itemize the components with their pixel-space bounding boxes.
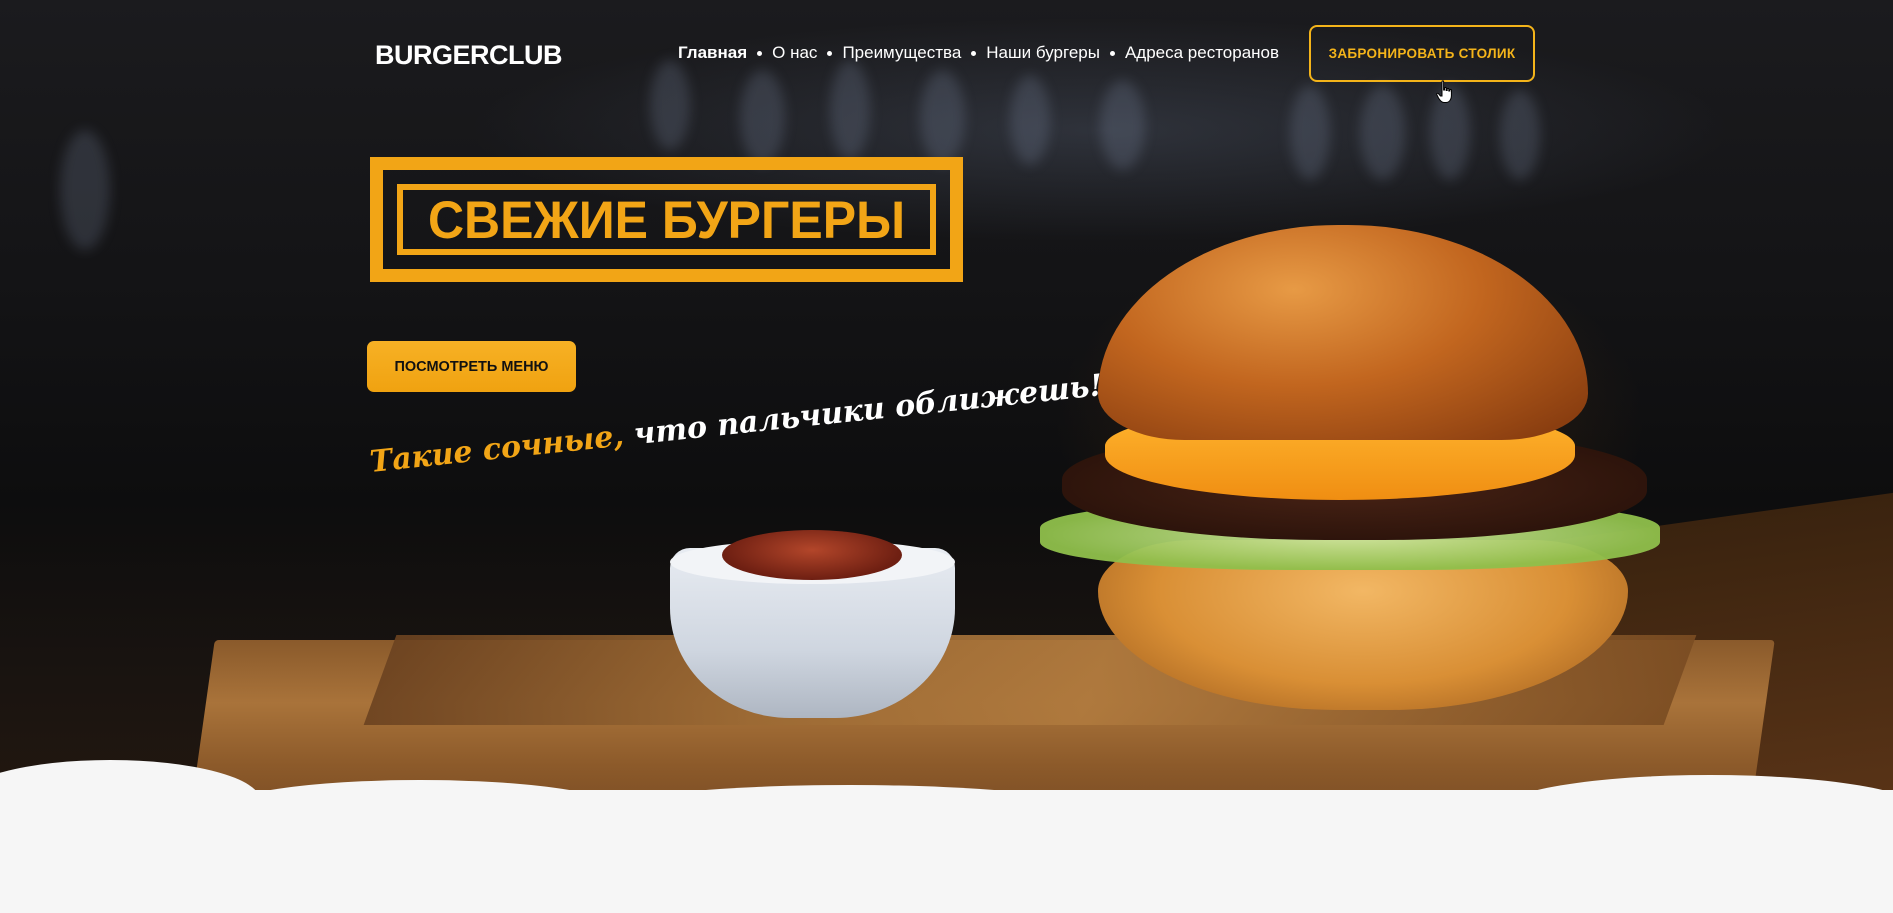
sauce	[722, 530, 902, 580]
hero-title-stamp: СВЕЖИЕ БУРГЕРЫ	[370, 157, 963, 282]
hero-section	[0, 0, 1893, 913]
torn-paper-edge	[220, 780, 620, 840]
nav-separator	[827, 50, 833, 56]
site-logo[interactable]: BURGERCLUB	[375, 40, 563, 71]
background-light	[650, 60, 690, 150]
background-light	[740, 70, 785, 165]
nav-separator	[1109, 50, 1115, 56]
nav-separator	[971, 50, 977, 56]
background-light	[1010, 75, 1050, 165]
background-light	[1100, 80, 1145, 170]
book-table-button[interactable]: ЗАБРОНИРОВАТЬ СТОЛИК	[1309, 25, 1535, 82]
hand-pointer-icon	[1436, 80, 1452, 103]
nav-separator	[757, 50, 763, 56]
nav-item-addresses[interactable]: Адреса ресторанов	[1125, 43, 1279, 63]
view-menu-button[interactable]: ПОСМОТРЕТЬ МЕНЮ	[367, 341, 576, 392]
nav-item-home[interactable]: Главная	[678, 43, 747, 63]
background-light	[1290, 85, 1330, 180]
torn-paper-edge	[1050, 790, 1550, 840]
torn-paper-edge	[600, 785, 1100, 840]
nav-item-advantages[interactable]: Преимущества	[842, 43, 961, 63]
background-light	[920, 70, 965, 165]
main-nav: Главная О нас Преимущества Наши бургеры …	[678, 43, 1279, 63]
background-light	[1500, 90, 1540, 180]
hero-title: СВЕЖИЕ БУРГЕРЫ	[427, 190, 906, 249]
burger-bun-top	[1098, 225, 1588, 440]
background-light	[60, 130, 110, 250]
background-light	[830, 60, 870, 160]
nav-item-about[interactable]: О нас	[772, 43, 817, 63]
background-light	[1360, 85, 1405, 180]
nav-item-burgers[interactable]: Наши бургеры	[986, 43, 1100, 63]
